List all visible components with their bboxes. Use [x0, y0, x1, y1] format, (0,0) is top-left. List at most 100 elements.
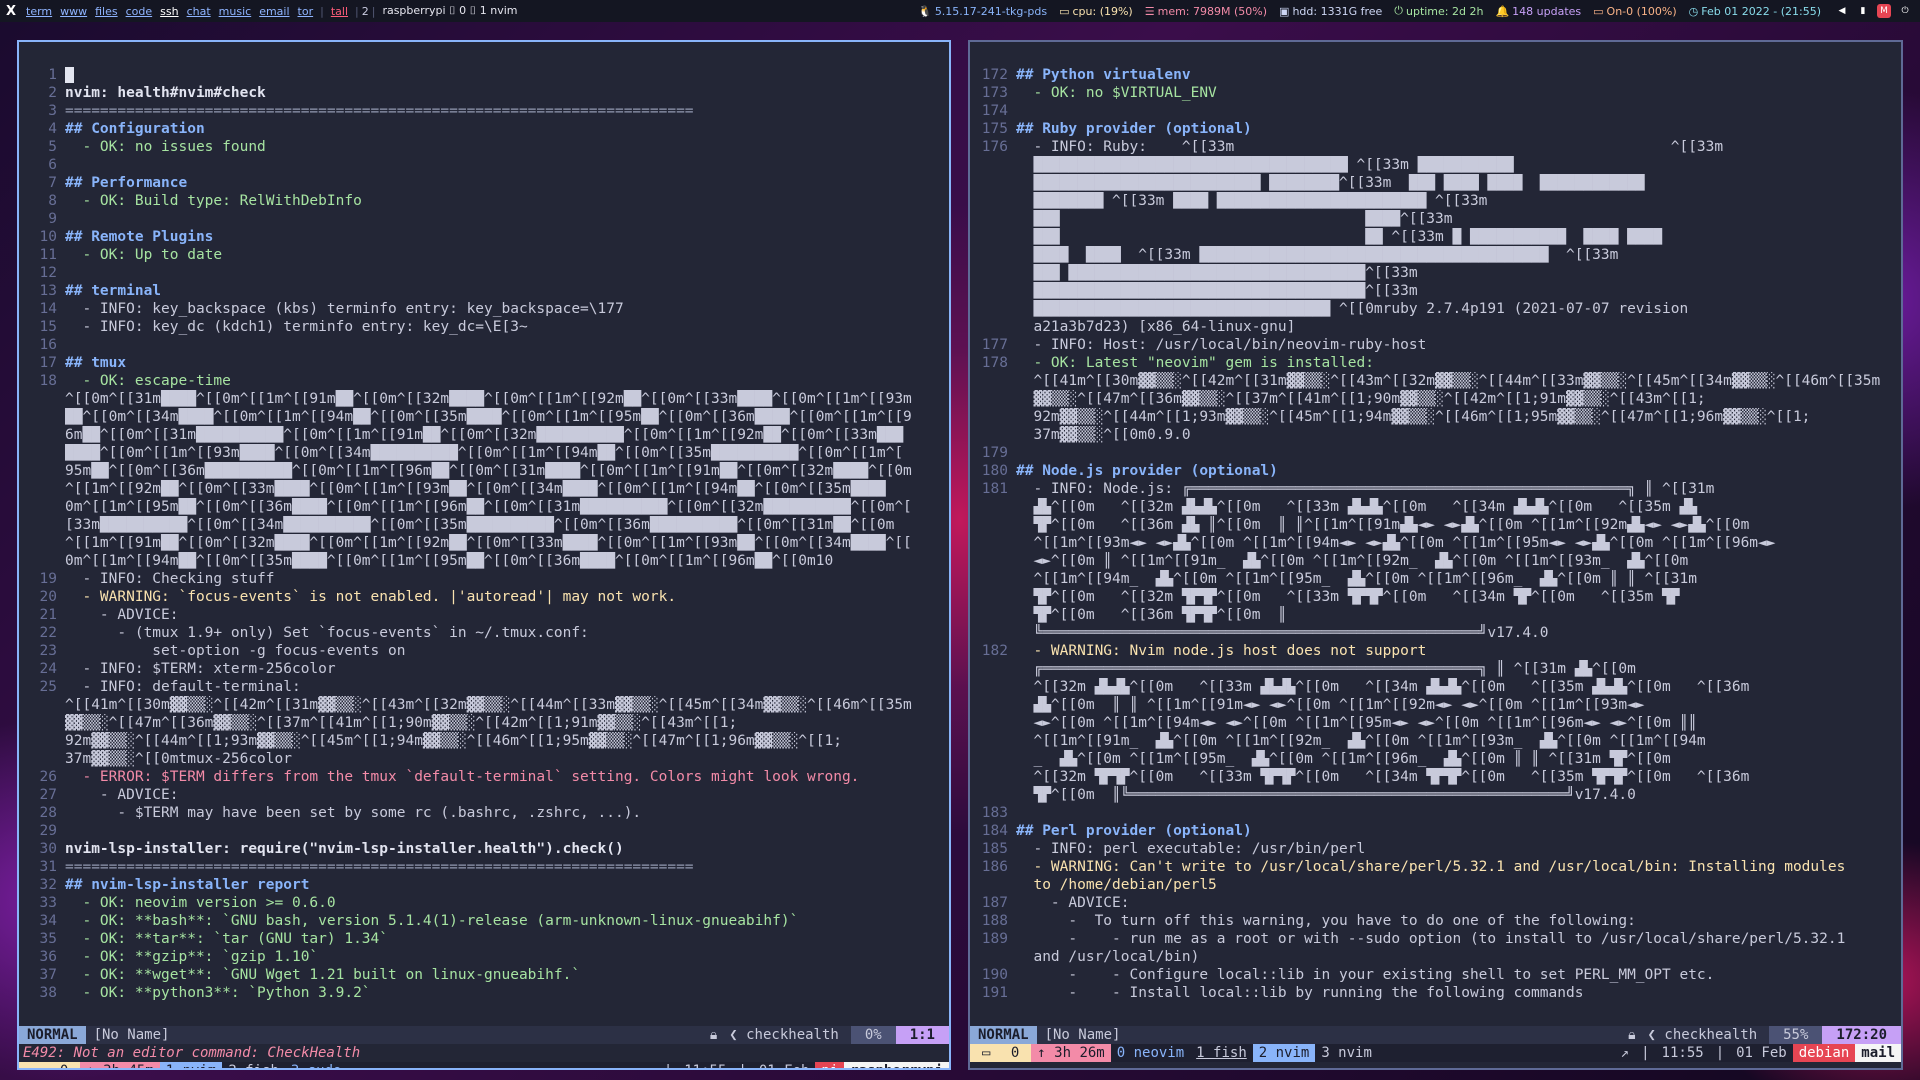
- disk-icon: ▣: [1279, 4, 1290, 18]
- line-text: [33m██████████^[[0m^[[34m██████████^[[0m…: [65, 517, 895, 533]
- separator: |: [1641, 1045, 1650, 1061]
- line-number: [970, 876, 1016, 894]
- workspace-ssh[interactable]: ssh: [156, 5, 182, 18]
- right-buffer[interactable]: 172 ## Python virtualenv 173 - OK: no $VIR…: [970, 66, 1901, 1002]
- right-terminal[interactable]: 172 ## Python virtualenv 173 - OK: no $VIR…: [968, 40, 1903, 1070]
- line-text: - INFO: perl executable: /usr/bin/perl: [1016, 841, 1366, 857]
- workspace-music[interactable]: music: [215, 5, 256, 18]
- line-number: 190: [981, 967, 1008, 983]
- buffer-line: 182 - WARNING: Nvim node.js host does no…: [970, 642, 1901, 660]
- line-number: [970, 714, 1016, 732]
- tmux-window-2[interactable]: 2 nvim: [1252, 1044, 1316, 1062]
- buffer-line: 172 ## Python virtualenv: [970, 66, 1901, 84]
- buffer-line: 13 ## terminal: [19, 282, 949, 300]
- separator: |: [1715, 1045, 1725, 1061]
- tmux-uptime: ↑ 3h 45m: [80, 1062, 160, 1068]
- chevron-left-icon: ❮: [729, 1027, 747, 1043]
- line-number: 7: [48, 175, 57, 191]
- line-number: 191: [981, 985, 1008, 1001]
- buffer-line: ██████████████████████████████████ ^[[0m…: [970, 300, 1901, 318]
- buffer-line: 24 - INFO: $TERM: xterm-256color: [19, 660, 949, 678]
- session-num: 0: [54, 1063, 74, 1068]
- cursor-position: 1:1: [895, 1026, 949, 1044]
- line-text: ██████████████████████████████████████^[…: [1016, 283, 1636, 299]
- separator: |: [732, 1062, 752, 1068]
- workspace-tor[interactable]: tor: [294, 5, 318, 18]
- tmux-hostname: raspberrypi: [844, 1062, 949, 1068]
- line-text: ========================================…: [65, 859, 694, 875]
- workspace-email[interactable]: email: [255, 5, 293, 18]
- line-number: 15: [39, 319, 57, 335]
- mem-module: ☰ mem: 7989M (50%): [1139, 5, 1273, 18]
- lock-icon[interactable]: ▮: [1856, 4, 1870, 18]
- line-text: ██████████████████████████ ████████^[[33…: [1016, 175, 1645, 191]
- workspace-list: term www files code ssh chat music email tor: [22, 5, 317, 18]
- power-icon[interactable]: ⏻: [1898, 4, 1912, 18]
- line-number: 174: [981, 103, 1008, 119]
- line-number: [970, 228, 1016, 246]
- tmux-window-0[interactable]: 0 neovim: [1111, 1044, 1190, 1062]
- tmux-session[interactable]: ▭ 0: [970, 1044, 1032, 1062]
- line-text: - WARNING: Can't write to /usr/local/sha…: [1016, 859, 1846, 875]
- buffer-line: 35 - OK: **tar**: `tar (GNU tar) 1.34`: [19, 930, 949, 948]
- line-text: ^[[32m ▟▙▟▙^[[0m ^[[33m ▟▙▟▙^[[0m ^[[34m…: [1016, 679, 1750, 695]
- updates-module[interactable]: 🔔 148 updates: [1489, 5, 1587, 18]
- line-text: - OK: Up to date: [65, 247, 223, 263]
- line-text: 37m▓▓▒▒░^[[0mtmux-256color: [65, 751, 292, 767]
- buffer-line: 38 - OK: **python3**: `Python 3.9.2`: [19, 984, 949, 1002]
- workspace-chat[interactable]: chat: [183, 5, 215, 18]
- tmux-window-2[interactable]: 2 fish: [222, 1062, 285, 1068]
- buffer-line: ▓▓▒▒░^[[47m^[[36m▓▓▒▒░^[[37m^[[41m^[[1;9…: [19, 714, 949, 732]
- volume-icon[interactable]: ◀: [1835, 4, 1849, 18]
- buffer-line: 17 ## tmux: [19, 354, 949, 372]
- tmux-window-1[interactable]: 1 fish: [1190, 1044, 1253, 1062]
- bell-icon: 🔔: [1495, 4, 1510, 18]
- buffer-line: 31 ======================================…: [19, 858, 949, 876]
- workspace-urgent[interactable]: tall: [327, 5, 352, 18]
- line-text: - OK: **wget**: `GNU Wget 1.21 built on …: [65, 967, 581, 983]
- mem-text: mem: 7989M (50%): [1157, 4, 1268, 18]
- line-number: 1: [48, 67, 57, 83]
- line-text: ███ ████^[[33m: [1016, 211, 1689, 227]
- line-number: 5: [48, 139, 57, 155]
- line-text: ▜▛^[[0m ^[[32m ▜▛▜▛^[[0m ^[[33m ▜▛▜▛^[[0…: [1016, 589, 1680, 605]
- line-number: 187: [981, 895, 1008, 911]
- line-text: ^[[41m^[[30m▓▓▒▒░^[[42m^[[31m▓▓▒▒░^[[43m…: [65, 697, 912, 713]
- layout-number[interactable]: 2: [362, 5, 369, 18]
- gmail-icon[interactable]: M: [1877, 4, 1891, 18]
- tmux-session[interactable]: ▭ 0: [19, 1062, 81, 1068]
- updates-text: 148 updates: [1512, 4, 1582, 18]
- line-number: [970, 426, 1016, 444]
- buffer-line: 177 - INFO: Host: /usr/local/bin/neovim-…: [970, 336, 1901, 354]
- line-number: 36: [39, 949, 57, 965]
- left-terminal[interactable]: 1 2 nvim: health#nvim#check 3 ==============…: [17, 40, 951, 1070]
- buffer-line: 6: [19, 156, 949, 174]
- line-text: ▓▓▒▒░^[[47m^[[36m▓▓▒▒░^[[37m^[[41m^[[1;9…: [1016, 391, 1706, 407]
- line-text: ## Remote Plugins: [65, 229, 214, 245]
- buffer-line: ◄►^[[0m ^[[1m^[[94m◄► ◄►^[[0m ^[[1m^[[95…: [970, 714, 1901, 732]
- line-number: [970, 408, 1016, 426]
- buffer-line: 15 - INFO: key_dc (kdch1) terminfo entry…: [19, 318, 949, 336]
- line-text: 92m▓▓▒▒░^[[44m^[[1;93m▓▓▒▒░^[[45m^[[1;94…: [1016, 409, 1811, 425]
- buffer-line: 1: [19, 66, 949, 84]
- line-number: [970, 390, 1016, 408]
- kernel-text: 5.15.17-241-tkg-pds: [934, 4, 1048, 18]
- buffer-line: ███ ██████████████████████████████████^[…: [970, 264, 1901, 282]
- tmux-window-3[interactable]: 3 sudo: [285, 1062, 348, 1068]
- tmux-window-3[interactable]: 3 nvim: [1315, 1044, 1378, 1062]
- clock-icon: ◷: [1688, 4, 1699, 18]
- workspace-www[interactable]: www: [56, 5, 91, 18]
- line-text: [65, 822, 949, 840]
- buffer-line: ^[[1m^[[91m_ ▟▙^[[0m ^[[1m^[[92m_ ▟▙^[[0…: [970, 732, 1901, 750]
- workspace-term[interactable]: term: [22, 5, 56, 18]
- workspace-code[interactable]: code: [122, 5, 157, 18]
- line-number: 2: [48, 85, 57, 101]
- line-number: 178: [981, 355, 1008, 371]
- line-number: 6: [48, 157, 57, 173]
- buffer-line: 12: [19, 264, 949, 282]
- left-buffer[interactable]: 1 2 nvim: health#nvim#check 3 ==============…: [19, 66, 949, 1002]
- workspace-files[interactable]: files: [91, 5, 121, 18]
- line-text: ^[[1m^[[91m_ ▟▙^[[0m ^[[1m^[[92m_ ▟▙^[[0…: [1016, 733, 1706, 749]
- tmux-window-1[interactable]: 1 nvim: [159, 1062, 223, 1068]
- line-text: - INFO: Ruby: ^[[33m ^[[33m: [1016, 139, 1724, 155]
